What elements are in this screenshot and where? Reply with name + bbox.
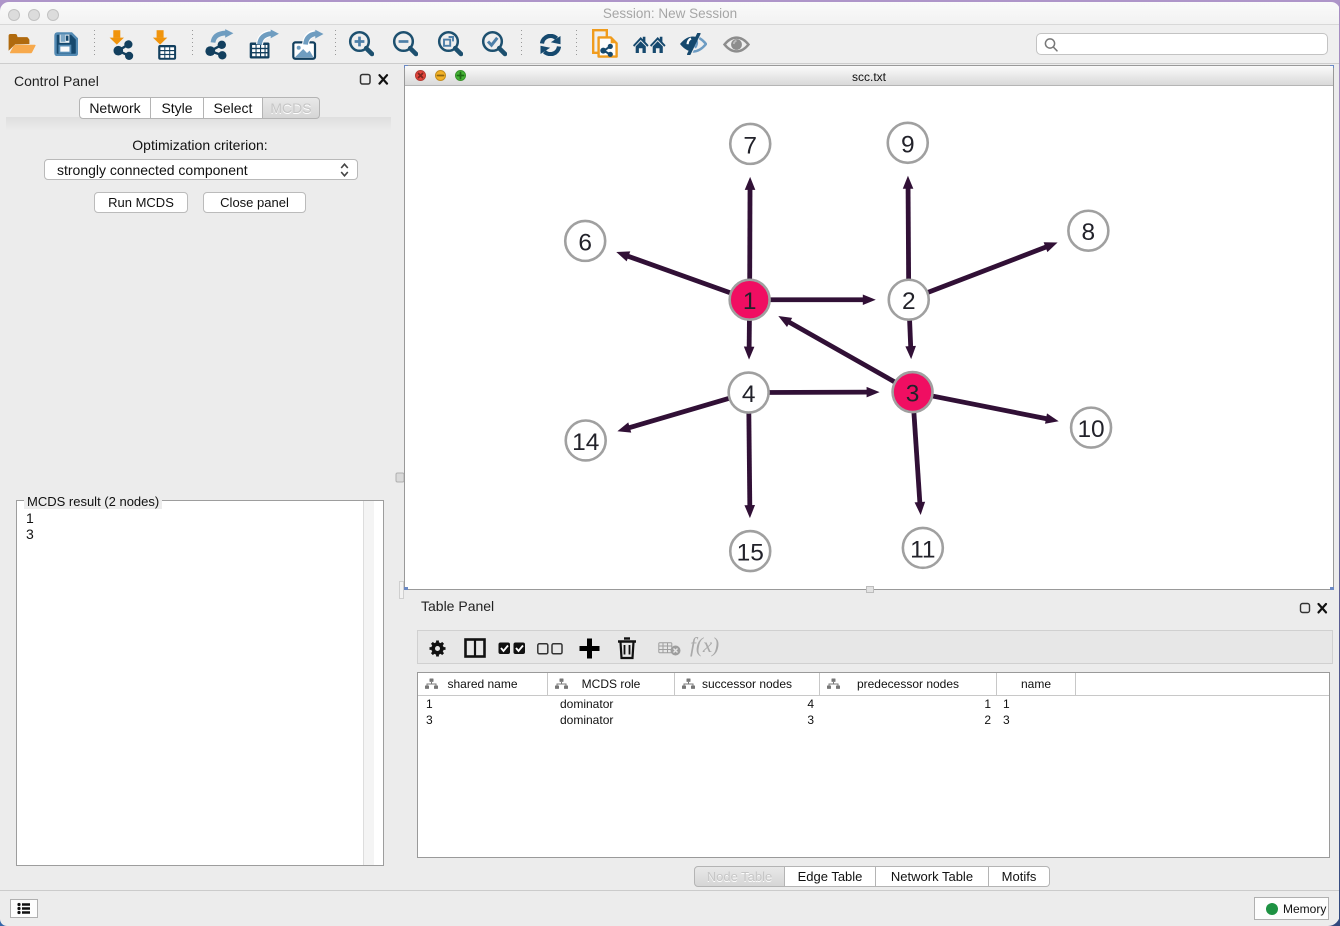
svg-text:8: 8: [1082, 219, 1096, 246]
svg-text:1: 1: [743, 288, 757, 315]
svg-text:4: 4: [742, 381, 756, 408]
svg-text:15: 15: [737, 540, 764, 567]
svg-text:2: 2: [902, 288, 916, 315]
svg-text:14: 14: [572, 429, 599, 456]
svg-text:11: 11: [910, 536, 935, 563]
svg-text:10: 10: [1077, 416, 1104, 443]
svg-text:6: 6: [578, 229, 592, 256]
svg-text:9: 9: [901, 131, 915, 158]
svg-text:7: 7: [743, 132, 757, 159]
svg-text:3: 3: [906, 381, 920, 408]
